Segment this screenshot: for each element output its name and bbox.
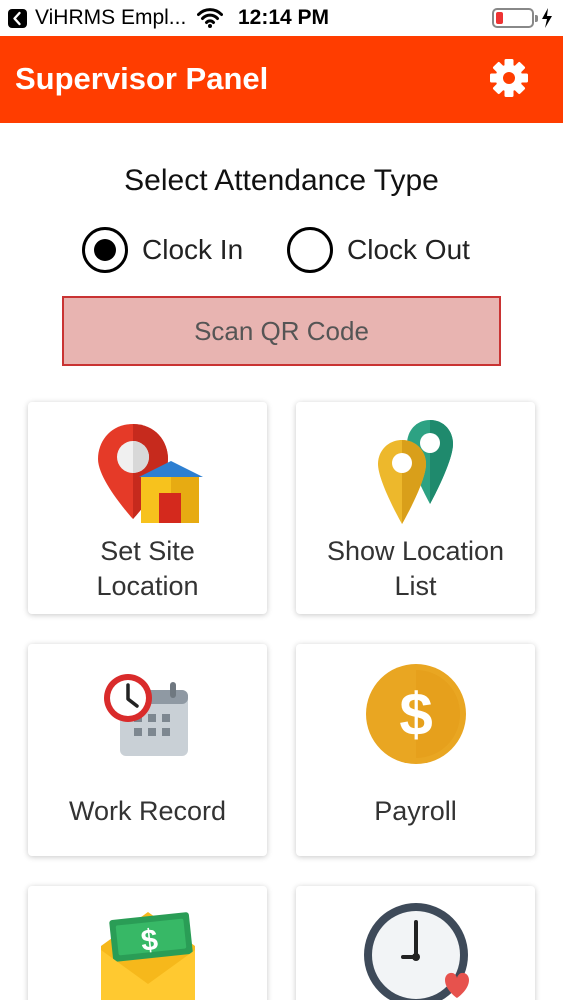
page-title: Supervisor Panel <box>15 61 269 96</box>
map-pin-house-icon <box>93 419 203 529</box>
clock-in-label: Clock In <box>142 234 244 265</box>
clock-heart-icon <box>361 900 471 1000</box>
location-pins-icon <box>374 418 458 528</box>
status-app-name: ViHRMS Empl... <box>35 6 187 29</box>
clock-calendar-icon <box>100 668 196 764</box>
money-envelope-card[interactable]: $ <box>28 886 267 1000</box>
attendance-type-title: Select Attendance Type <box>124 164 439 197</box>
work-record-card[interactable]: Work Record <box>28 644 267 856</box>
status-bar: ViHRMS Empl... 12:14 PM <box>0 0 563 36</box>
set-site-location-label-line1: Set Site <box>100 536 195 566</box>
radio-unselected-icon[interactable] <box>287 227 333 273</box>
clock-out-radio[interactable]: Clock Out <box>287 226 470 274</box>
clock-in-radio[interactable]: Clock In <box>82 226 243 274</box>
dollar-coin-icon: $ <box>364 662 468 766</box>
money-envelope-icon: $ <box>93 902 203 1000</box>
radio-selected-icon[interactable] <box>82 227 128 273</box>
back-to-app-icon[interactable] <box>8 9 27 28</box>
clock-out-label: Clock Out <box>347 234 470 265</box>
set-site-location-card[interactable]: Set Site Location <box>28 402 267 614</box>
payroll-label: Payroll <box>374 796 457 826</box>
show-location-list-card[interactable]: Show Location List <box>296 402 535 614</box>
svg-text:$: $ <box>399 681 432 748</box>
wifi-icon <box>197 7 223 34</box>
charging-bolt-icon <box>541 7 553 34</box>
clock-heart-card[interactable] <box>296 886 535 1000</box>
work-record-label: Work Record <box>68 796 227 826</box>
show-location-list-label-line1: Show Location <box>326 536 505 566</box>
gear-icon[interactable] <box>487 56 531 100</box>
scan-qr-code-button[interactable]: Scan QR Code <box>62 296 501 366</box>
app-bar: Supervisor Panel <box>0 36 563 123</box>
status-time: 12:14 PM <box>238 6 330 29</box>
show-location-list-label-line2: List <box>394 571 437 601</box>
set-site-location-label-line2: Location <box>96 571 199 601</box>
battery-icon <box>492 8 538 28</box>
payroll-card[interactable]: $ Payroll <box>296 644 535 856</box>
